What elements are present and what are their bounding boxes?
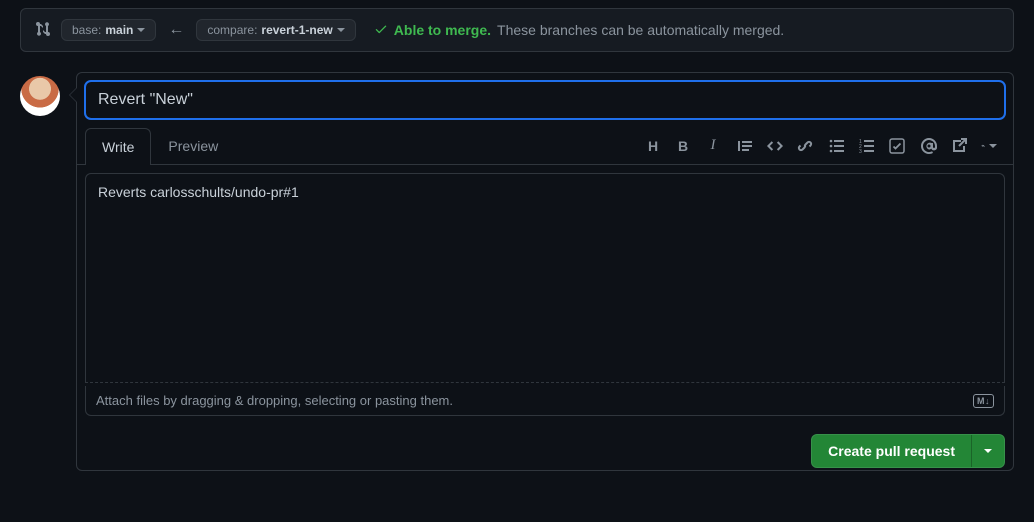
base-label: base: [72, 23, 101, 37]
compare-bar: base: main ← compare: revert-1-new Able … [20, 8, 1014, 52]
create-pr-dropdown[interactable] [971, 435, 1004, 467]
quote-icon[interactable] [737, 138, 753, 154]
caret-down-icon [989, 144, 997, 148]
base-branch: main [105, 23, 133, 37]
mention-icon[interactable] [921, 138, 937, 154]
compare-branch-selector[interactable]: compare: revert-1-new [196, 19, 355, 41]
caret-down-icon [137, 28, 145, 32]
reply-icon[interactable] [981, 138, 997, 154]
pr-body-textarea[interactable] [85, 173, 1005, 383]
arrow-left-icon: ← [166, 21, 186, 39]
markdown-badge[interactable]: M↓ [973, 394, 994, 408]
composer-bubble: Write Preview H B I [76, 72, 1014, 471]
merge-note-text: These branches can be automatically merg… [497, 22, 784, 38]
tasklist-icon[interactable] [889, 138, 905, 154]
link-icon[interactable] [797, 138, 813, 154]
tabs: Write Preview [85, 127, 235, 164]
caret-down-icon [337, 28, 345, 32]
merge-able-text: Able to merge. [394, 22, 491, 38]
caret-down-icon [984, 449, 992, 453]
compare-label: compare: [207, 23, 257, 37]
tabs-row: Write Preview H B I [77, 127, 1013, 165]
tab-preview[interactable]: Preview [151, 127, 235, 164]
pr-title-input[interactable] [85, 81, 1005, 119]
cross-reference-icon[interactable] [951, 138, 967, 154]
md-toolbar: H B I 123 [645, 138, 1005, 154]
create-pull-request-button[interactable]: Create pull request [811, 434, 1005, 468]
code-icon[interactable] [767, 138, 783, 154]
heading-icon[interactable]: H [645, 138, 661, 154]
italic-icon[interactable]: I [705, 138, 721, 154]
avatar[interactable] [20, 76, 60, 116]
svg-text:3: 3 [859, 149, 862, 154]
tab-write[interactable]: Write [85, 128, 151, 165]
compare-branch: revert-1-new [261, 23, 332, 37]
check-icon [374, 22, 388, 39]
base-branch-selector[interactable]: base: main [61, 19, 156, 41]
bold-icon[interactable]: B [675, 138, 691, 154]
create-pr-label: Create pull request [812, 435, 971, 467]
list-unordered-icon[interactable] [829, 138, 845, 154]
attach-files-bar[interactable]: Attach files by dragging & dropping, sel… [85, 386, 1005, 416]
attach-hint: Attach files by dragging & dropping, sel… [96, 393, 453, 408]
pr-composer: Write Preview H B I [20, 72, 1014, 471]
git-compare-icon [35, 21, 51, 40]
merge-status: Able to merge. These branches can be aut… [374, 22, 784, 39]
list-ordered-icon[interactable]: 123 [859, 138, 875, 154]
